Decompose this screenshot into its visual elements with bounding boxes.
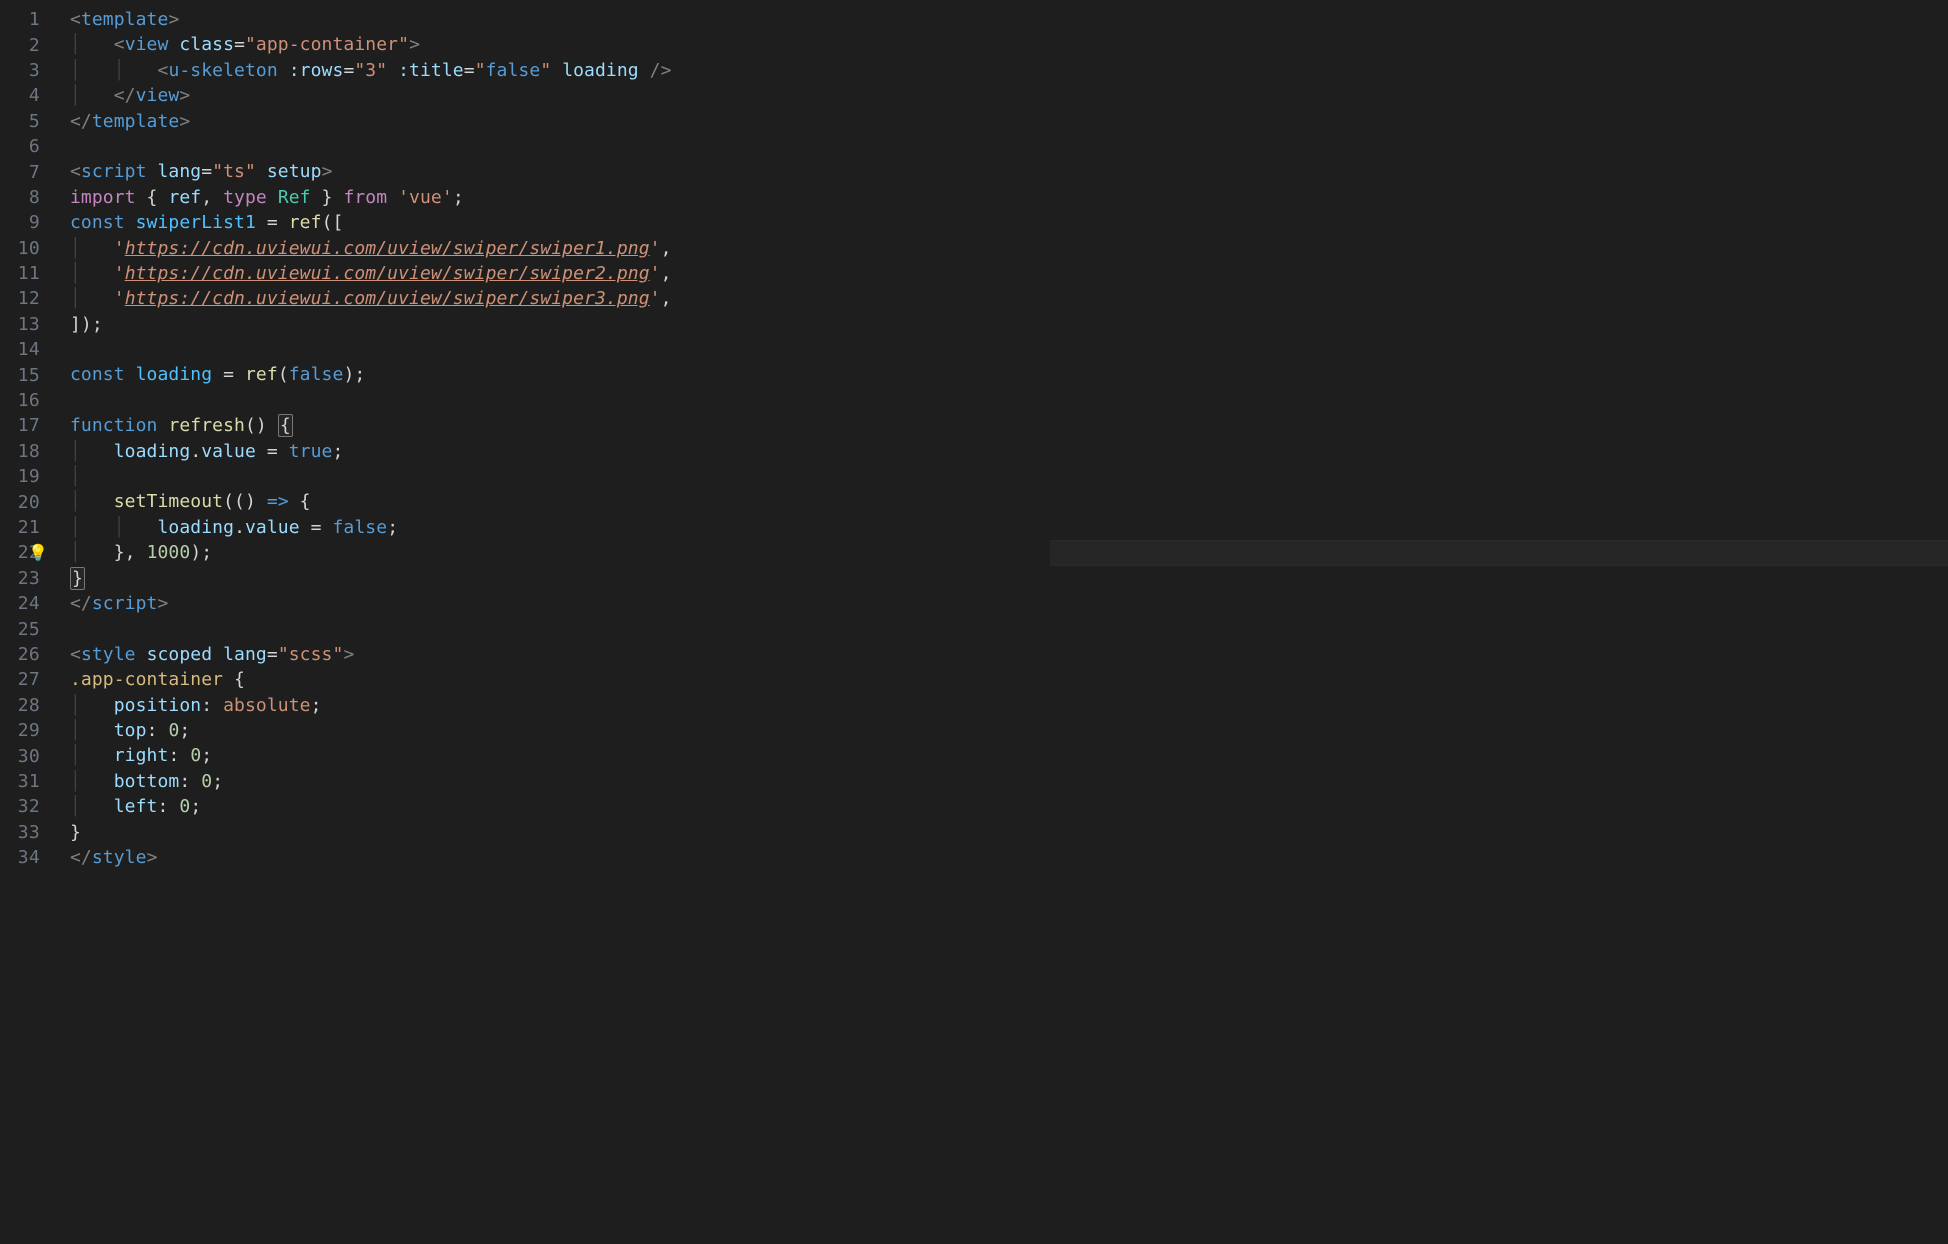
line-number: 17 bbox=[0, 413, 58, 438]
line-number: 21 bbox=[0, 515, 58, 540]
line-number: 32 bbox=[0, 794, 58, 819]
code-editor[interactable]: 1234567891011121314151617181920212223242… bbox=[0, 0, 1948, 1244]
line-number: 16 bbox=[0, 388, 58, 413]
line-number: 30 bbox=[0, 743, 58, 768]
code-line[interactable]: │ bbox=[58, 464, 1050, 489]
line-number: 34 bbox=[0, 845, 58, 870]
editor-content: 1234567891011121314151617181920212223242… bbox=[0, 0, 1050, 1244]
code-line[interactable]: │ <view class="app-container"> bbox=[58, 32, 1050, 57]
code-line[interactable]: │ </view> bbox=[58, 83, 1050, 108]
code-line[interactable]: } bbox=[58, 820, 1050, 845]
code-line[interactable]: │ setTimeout(() => { bbox=[58, 489, 1050, 514]
line-number: 26 bbox=[0, 642, 58, 667]
line-number: 19 bbox=[0, 464, 58, 489]
code-line[interactable]: function refresh() { bbox=[58, 413, 1050, 438]
line-number: 20 bbox=[0, 489, 58, 514]
code-line[interactable]: .app-container { bbox=[58, 667, 1050, 692]
line-number: 5 bbox=[0, 109, 58, 134]
line-number: 11 bbox=[0, 261, 58, 286]
line-number: 12 bbox=[0, 286, 58, 311]
code-line[interactable]: 💡│ }, 1000); bbox=[58, 540, 1050, 565]
line-number: 31 bbox=[0, 769, 58, 794]
line-number: 3 bbox=[0, 58, 58, 83]
code-line[interactable]: import { ref, type Ref } from 'vue'; bbox=[58, 185, 1050, 210]
line-number: 28 bbox=[0, 693, 58, 718]
code-line[interactable]: <script lang="ts" setup> bbox=[58, 159, 1050, 184]
line-number: 15 bbox=[0, 362, 58, 387]
code-line[interactable]: <template> bbox=[58, 7, 1050, 32]
line-number: 24 bbox=[0, 591, 58, 616]
code-text-area[interactable]: <template>│ <view class="app-container">… bbox=[58, 0, 1050, 1244]
line-number: 9 bbox=[0, 210, 58, 235]
code-line[interactable]: │ 'https://cdn.uviewui.com/uview/swiper/… bbox=[58, 261, 1050, 286]
line-number: 7 bbox=[0, 159, 58, 184]
code-line[interactable]: </script> bbox=[58, 591, 1050, 616]
code-line[interactable] bbox=[58, 134, 1050, 159]
code-line[interactable]: } bbox=[58, 566, 1050, 591]
code-line[interactable]: const swiperList1 = ref([ bbox=[58, 210, 1050, 235]
line-number: 27 bbox=[0, 667, 58, 692]
code-line[interactable]: │ 'https://cdn.uviewui.com/uview/swiper/… bbox=[58, 286, 1050, 311]
line-number-gutter: 1234567891011121314151617181920212223242… bbox=[0, 0, 58, 1244]
line-number: 2 bbox=[0, 32, 58, 57]
line-number: 14 bbox=[0, 337, 58, 362]
line-number: 29 bbox=[0, 718, 58, 743]
code-line[interactable]: │ bottom: 0; bbox=[58, 769, 1050, 794]
line-number: 23 bbox=[0, 566, 58, 591]
code-line[interactable] bbox=[58, 616, 1050, 641]
line-number: 4 bbox=[0, 83, 58, 108]
code-line[interactable] bbox=[58, 337, 1050, 362]
code-line[interactable]: │ right: 0; bbox=[58, 743, 1050, 768]
code-line[interactable] bbox=[58, 388, 1050, 413]
code-line[interactable]: │ │ <u-skeleton :rows="3" :title="false"… bbox=[58, 58, 1050, 83]
line-number: 33 bbox=[0, 820, 58, 845]
editor-empty-space bbox=[1050, 0, 1948, 1244]
code-line[interactable]: const loading = ref(false); bbox=[58, 362, 1050, 387]
code-line[interactable]: <style scoped lang="scss"> bbox=[58, 642, 1050, 667]
code-line[interactable]: │ left: 0; bbox=[58, 794, 1050, 819]
code-line[interactable]: │ top: 0; bbox=[58, 718, 1050, 743]
line-number: 18 bbox=[0, 439, 58, 464]
code-line[interactable]: │ 'https://cdn.uviewui.com/uview/swiper/… bbox=[58, 236, 1050, 261]
line-number: 6 bbox=[0, 134, 58, 159]
line-number: 1 bbox=[0, 7, 58, 32]
code-line[interactable]: │ loading.value = true; bbox=[58, 439, 1050, 464]
code-line[interactable]: </template> bbox=[58, 109, 1050, 134]
code-line[interactable]: ]); bbox=[58, 312, 1050, 337]
lightbulb-icon[interactable]: 💡 bbox=[28, 543, 48, 562]
code-line[interactable]: │ │ loading.value = false; bbox=[58, 515, 1050, 540]
line-number: 8 bbox=[0, 185, 58, 210]
line-number: 25 bbox=[0, 616, 58, 641]
code-line[interactable]: │ position: absolute; bbox=[58, 693, 1050, 718]
line-number: 10 bbox=[0, 236, 58, 261]
code-line[interactable]: </style> bbox=[58, 845, 1050, 870]
line-number: 13 bbox=[0, 312, 58, 337]
